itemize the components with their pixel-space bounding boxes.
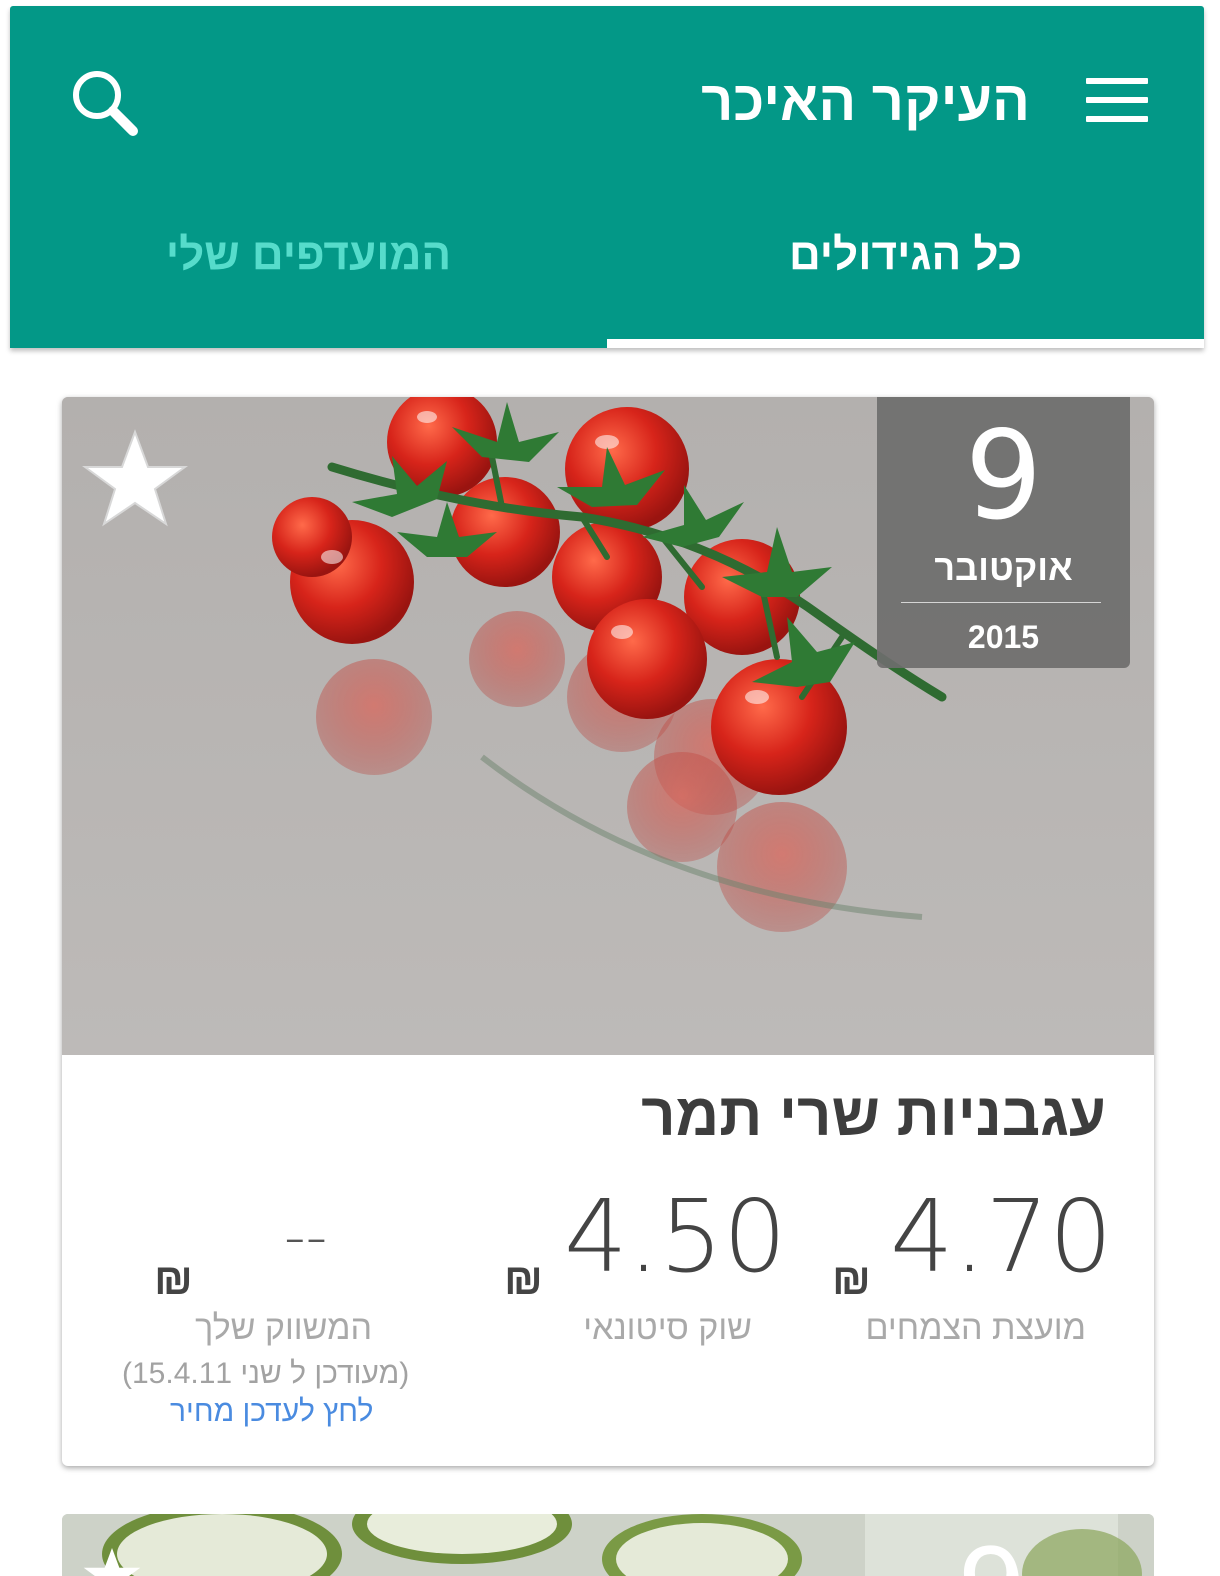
shekel-symbol: ₪ xyxy=(832,1255,871,1304)
price-label: מועצת הצמחים xyxy=(865,1309,1086,1347)
crop-card[interactable]: 9 xyxy=(62,1514,1154,1576)
price-label: המשווק שלך xyxy=(195,1309,372,1347)
price-updated-note: (מעודכן ל שני 15.4.11) xyxy=(122,1357,410,1390)
product-name: עגבניות שרי תמר xyxy=(641,1081,1106,1148)
price-label: שוק סיטונאי xyxy=(583,1309,752,1347)
favorite-star-icon[interactable] xyxy=(82,427,188,529)
update-price-link[interactable]: לחץ לעדכן מחיר xyxy=(170,1395,373,1429)
hamburger-menu-icon[interactable] xyxy=(1086,78,1148,122)
tab-all-crops[interactable]: כל הגידולים xyxy=(607,230,1204,296)
cherry-tomatoes-image: 9 אוקטובר 2015 xyxy=(62,397,1154,1055)
date-badge: 9 אוקטובר 2015 xyxy=(877,397,1130,668)
shekel-symbol: ₪ xyxy=(504,1255,543,1304)
favorite-star-icon[interactable] xyxy=(82,1544,142,1576)
date-day: 9 xyxy=(932,1534,1052,1576)
date-divider xyxy=(901,602,1101,603)
crop-card[interactable]: 9 אוקטובר 2015 עגבניות שרי תמר 4.70 ₪ מו… xyxy=(62,397,1154,1466)
date-year: 2015 xyxy=(967,619,1040,655)
price-value: 4.70 xyxy=(890,1178,1113,1295)
price-value: 4.50 xyxy=(564,1178,787,1295)
shekel-symbol: ₪ xyxy=(154,1255,193,1304)
price-value: -- xyxy=(284,1202,328,1272)
tab-selected-indicator xyxy=(607,339,1204,348)
date-day: 9 xyxy=(964,405,1043,547)
tab-my-favorites[interactable]: המועדפים שלי xyxy=(10,230,607,296)
app-bar: העיקר האיכר כל הגידולים המועדפים שלי xyxy=(10,6,1204,348)
app-title: העיקר האיכר xyxy=(701,69,1030,132)
date-month: אוקטובר xyxy=(934,547,1073,588)
search-icon[interactable] xyxy=(70,68,140,138)
